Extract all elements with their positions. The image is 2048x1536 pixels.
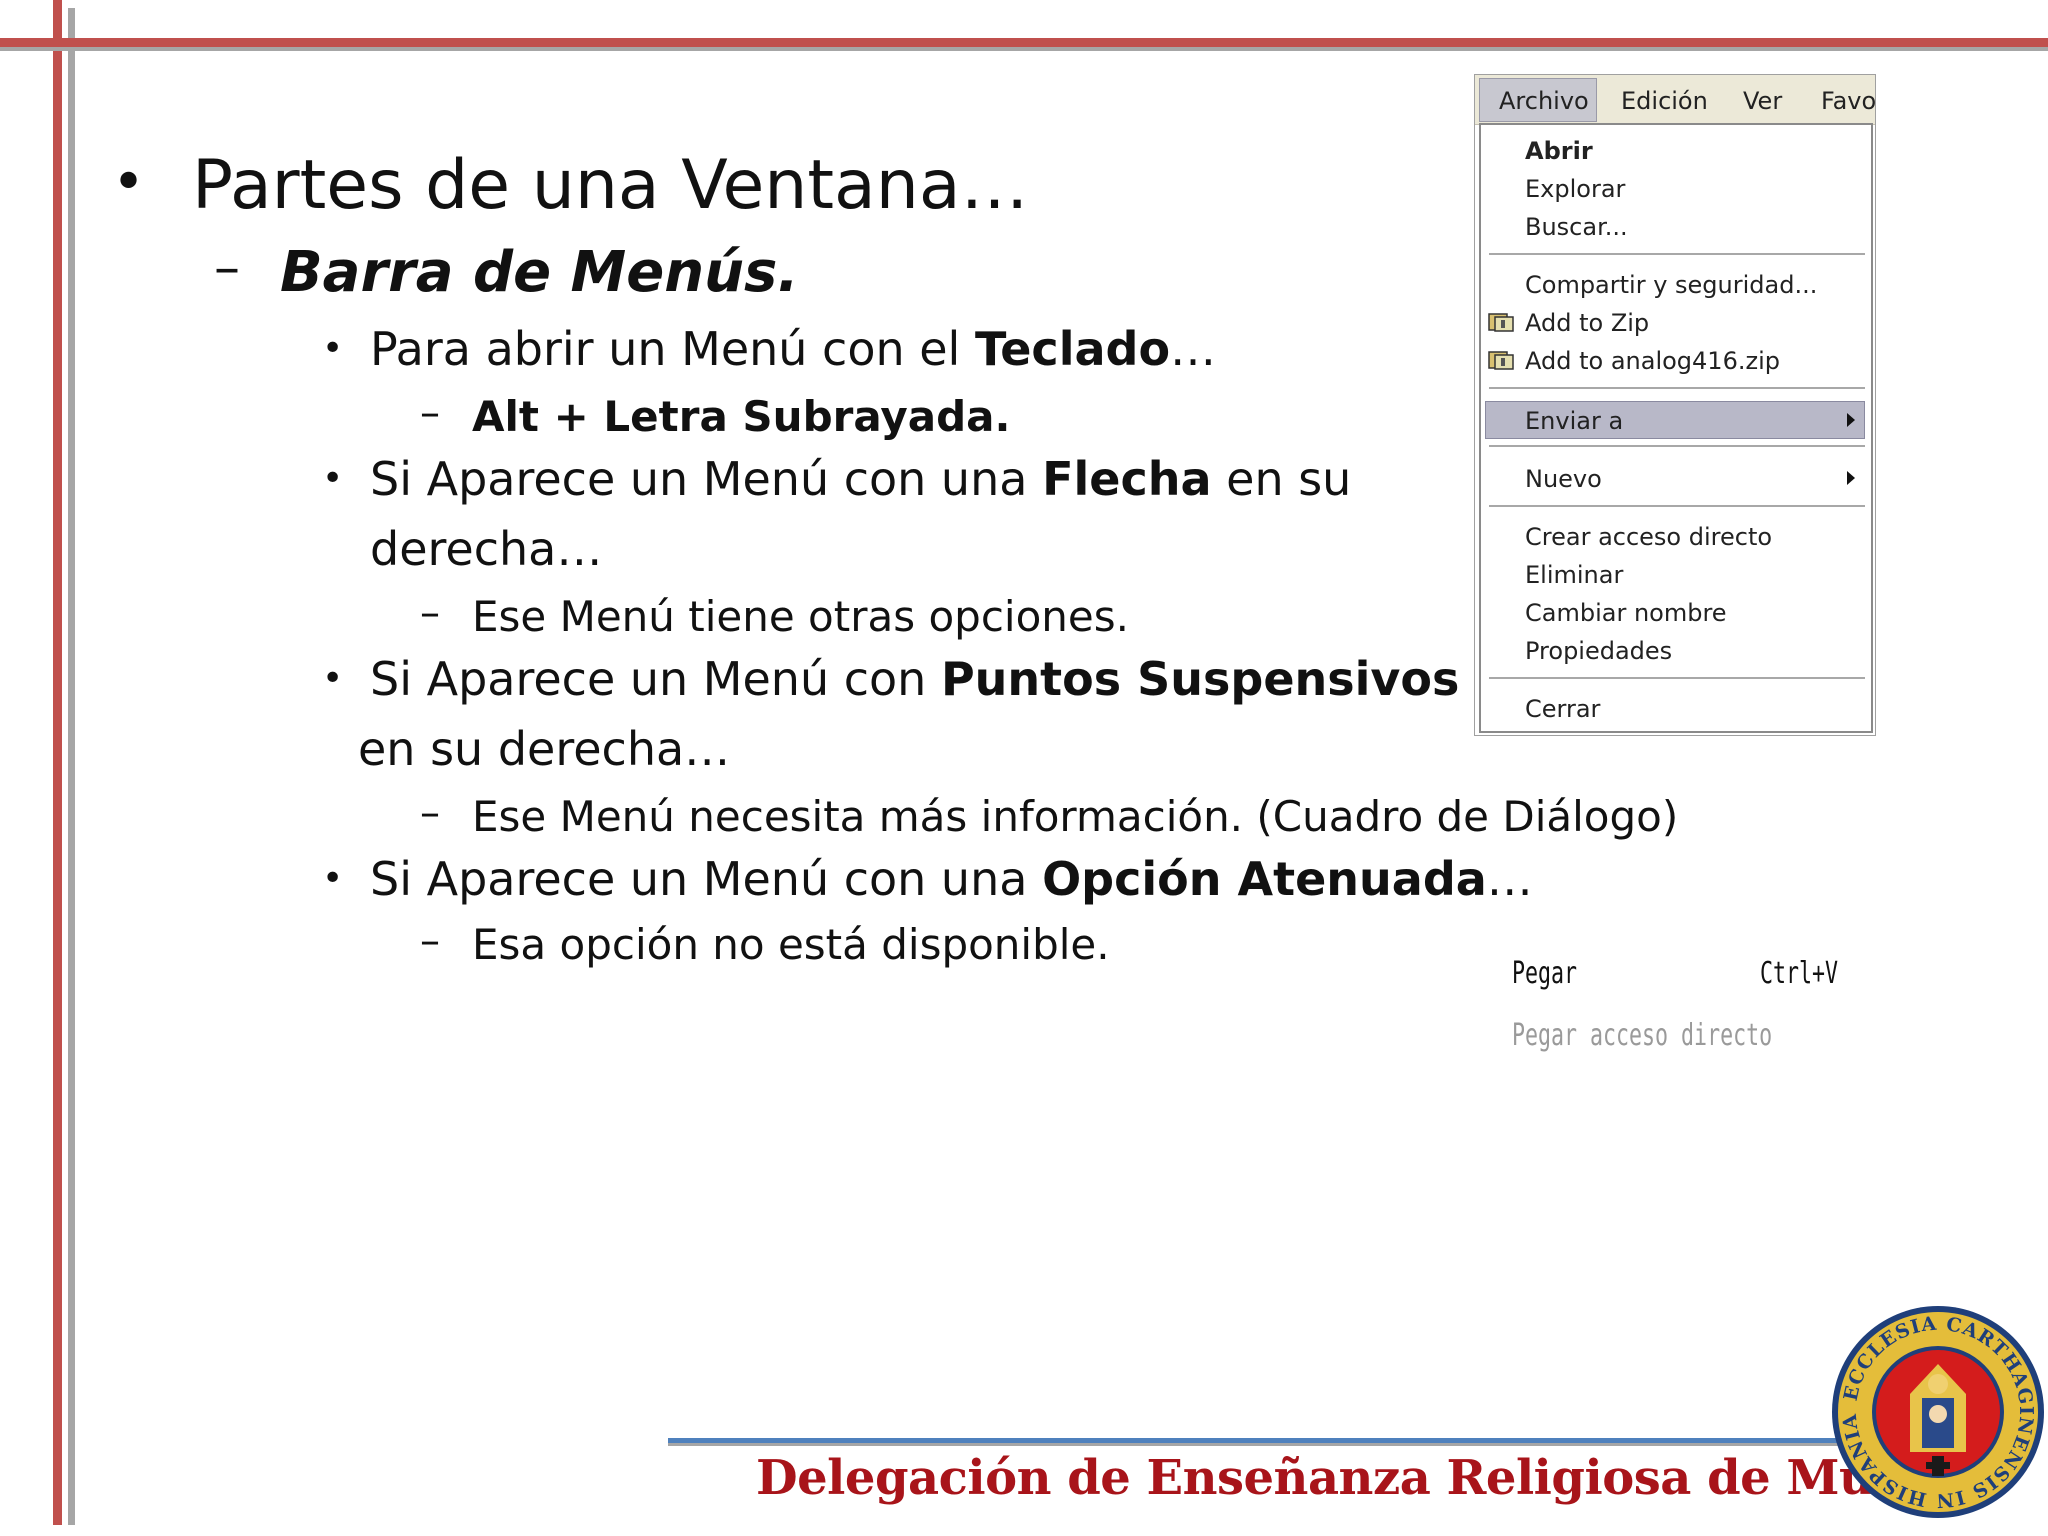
- slide-heading: Partes de una Ventana…: [192, 146, 1029, 225]
- point-2-text: Si Aparece un Menú con una Flecha en su: [370, 452, 1352, 506]
- point-2-sub: Ese Menú tiene otras opciones.: [472, 592, 1129, 641]
- menu-item-explorar[interactable]: Explorar: [1525, 175, 1625, 203]
- menu-separator: [1489, 505, 1865, 507]
- point-1-text: Para abrir un Menú con el Teclado…: [370, 322, 1217, 376]
- submenu-arrow-icon: [1847, 413, 1855, 427]
- menu-item-cambiar-nombre[interactable]: Cambiar nombre: [1525, 599, 1727, 627]
- dash-icon: –: [420, 390, 440, 436]
- menu-item-propiedades[interactable]: Propiedades: [1525, 637, 1672, 665]
- dash-icon: –: [420, 790, 440, 836]
- bullet-icon: •: [322, 858, 344, 899]
- paste-shortcut: Ctrl+V: [1760, 956, 1839, 991]
- bullet-icon: •: [322, 458, 344, 499]
- zip-icon: [1488, 351, 1514, 370]
- menubar-archivo[interactable]: Archivo: [1499, 87, 1589, 115]
- point-3-sub: Ese Menú necesita más información. (Cuad…: [472, 792, 1679, 841]
- point-3-continuation: en su derecha…: [358, 722, 731, 776]
- menu-item-enviar-a[interactable]: Enviar a: [1525, 407, 1623, 435]
- menu-item-add-to-analog[interactable]: Add to analog416.zip: [1525, 347, 1780, 375]
- frame-horizontal-gray-line: [0, 47, 2048, 51]
- zip-icon: [1488, 313, 1514, 332]
- bullet-icon: •: [112, 150, 146, 215]
- menu-separator: [1489, 387, 1865, 389]
- menu-item-eliminar[interactable]: Eliminar: [1525, 561, 1623, 589]
- footer-title: Delegación de Enseñanza Religiosa de Mur…: [756, 1450, 1976, 1506]
- menu-separator: [1489, 445, 1865, 447]
- slide-subheading: Barra de Menús.: [280, 240, 799, 305]
- menu-item-abrir[interactable]: Abrir: [1525, 137, 1593, 165]
- menu-screenshot: Archivo Edición Ver Favo Abrir Explorar …: [1474, 74, 1876, 736]
- point-3-text: Si Aparece un Menú con Puntos Suspensivo…: [370, 652, 1460, 706]
- dash-icon: –: [214, 238, 240, 298]
- menubar-favoritos[interactable]: Favo: [1821, 87, 1876, 115]
- point-1-sub: Alt + Letra Subrayada.: [472, 392, 1011, 441]
- menu-separator: [1489, 253, 1865, 255]
- point-2-continuation: derecha…: [370, 522, 603, 576]
- menu-separator: [1489, 677, 1865, 679]
- frame-horizontal-red-line: [0, 38, 2048, 47]
- menubar-edicion[interactable]: Edición: [1621, 87, 1708, 115]
- frame-vertical-gray-line: [68, 8, 75, 1525]
- menubar: Archivo Edición Ver Favo: [1475, 75, 1876, 125]
- menu-item-add-to-zip[interactable]: Add to Zip: [1525, 309, 1649, 337]
- menu-item-nuevo[interactable]: Nuevo: [1525, 465, 1602, 493]
- point-4-text: Si Aparece un Menú con una Opción Atenua…: [370, 852, 1533, 906]
- footer-rule-shadow: [668, 1443, 1848, 1446]
- point-4-sub: Esa opción no está disponible.: [472, 920, 1110, 969]
- bullet-icon: •: [322, 328, 344, 369]
- menubar-ver[interactable]: Ver: [1743, 87, 1782, 115]
- bullet-icon: •: [322, 658, 344, 699]
- submenu-arrow-icon: [1847, 471, 1855, 485]
- frame-vertical-red-line: [53, 0, 62, 1525]
- menu-item-cerrar[interactable]: Cerrar: [1525, 695, 1600, 723]
- dash-icon: –: [420, 918, 440, 964]
- menu-item-buscar[interactable]: Buscar...: [1525, 213, 1628, 241]
- seal-logo-icon: ECCLESIA CARTHAGINENSIS IN HISPANIA: [1832, 1306, 2044, 1518]
- dash-icon: –: [420, 590, 440, 636]
- menu-item-crear-acceso[interactable]: Crear acceso directo: [1525, 523, 1772, 551]
- file-menu-dropdown: Abrir Explorar Buscar... Compartir y seg…: [1479, 123, 1873, 733]
- paste-shortcut-item-disabled: Pegar acceso directo: [1512, 1018, 1773, 1053]
- menu-item-compartir[interactable]: Compartir y seguridad...: [1525, 271, 1817, 299]
- paste-item[interactable]: Pegar: [1512, 956, 1577, 991]
